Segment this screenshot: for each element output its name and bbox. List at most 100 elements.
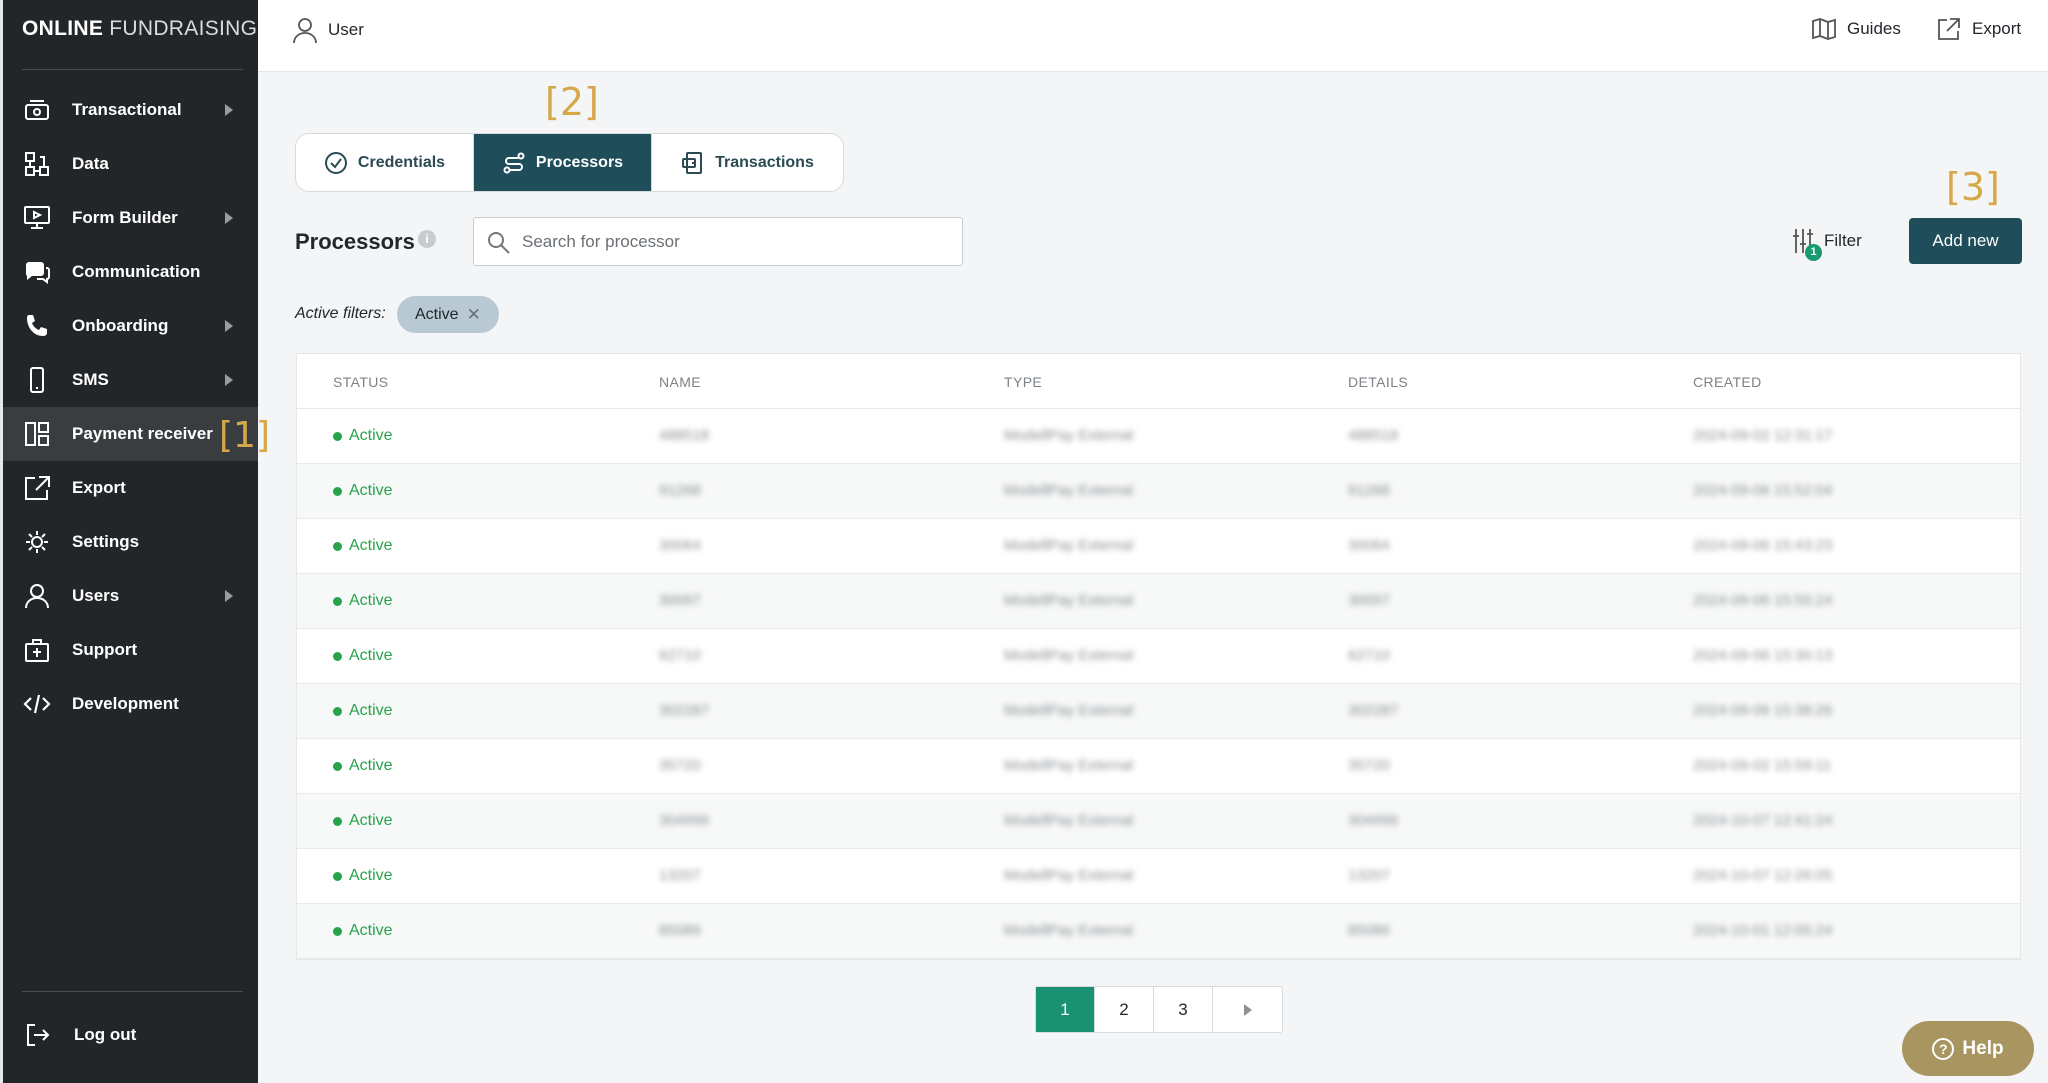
code-icon: [23, 691, 51, 717]
annotation-marker: [1]: [219, 415, 270, 456]
brand-logo: ONLINE FUNDRAISING: [22, 17, 258, 40]
status-cell: Active: [333, 812, 393, 830]
table-row[interactable]: Active 85089 ModellPay External 85089 2024-1…: [297, 904, 2020, 959]
details-cell: 30097: [1348, 592, 1390, 609]
sidebar: ONLINE FUNDRAISING Transactional Data Form…: [0, 0, 270, 1083]
page-button-2[interactable]: 2: [1095, 987, 1154, 1032]
sidebar-item-label: Onboarding: [72, 316, 169, 335]
filter-count-badge: 1: [1805, 244, 1822, 261]
sidebar-item-data[interactable]: Data: [3, 137, 258, 191]
table-row[interactable]: Active 13207 ModellPay External 13207 2024-1…: [297, 849, 2020, 904]
sidebar-item-transactional[interactable]: Transactional: [3, 83, 258, 137]
status-dot-icon: [333, 761, 342, 771]
status-label: Active: [349, 702, 393, 719]
table-row[interactable]: Active 35720 ModellPay External 35720 2024-0…: [297, 739, 2020, 794]
guides-button[interactable]: Guides: [1811, 16, 1901, 42]
status-label: Active: [349, 647, 393, 664]
tab-label: Transactions: [715, 153, 814, 171]
close-icon[interactable]: ✕: [467, 305, 481, 325]
export-top-button[interactable]: Export: [1936, 16, 2021, 42]
filter-chip-active: Active ✕: [397, 296, 499, 333]
add-new-button[interactable]: Add new: [1909, 218, 2022, 264]
page-title: Processors: [295, 229, 415, 254]
filter-button[interactable]: 1 Filter: [1790, 226, 1862, 261]
created-cell: 2024-09-06 15:55:24: [1693, 592, 1833, 609]
table-row[interactable]: Active 30064 ModellPay External 30064 2024-0…: [297, 519, 2020, 574]
sidebar-item-form-builder[interactable]: Form Builder: [3, 191, 258, 245]
chevron-right-icon: [225, 104, 233, 116]
active-filters-label: Active filters:: [295, 305, 386, 322]
tab-marker: [2]: [545, 80, 599, 124]
user-icon: [23, 583, 51, 609]
tab-processors[interactable]: Processors: [474, 134, 652, 191]
sidebar-item-export[interactable]: Export: [3, 461, 258, 515]
details-cell: 13207: [1348, 867, 1390, 884]
user-menu[interactable]: User: [292, 16, 364, 44]
type-cell: ModellPay External: [1004, 812, 1134, 829]
status-dot-icon: [333, 651, 342, 661]
sidebar-item-communication[interactable]: Communication: [3, 245, 258, 299]
sidebar-item-payment-receiver[interactable]: Payment receiver [1]: [3, 407, 270, 461]
page-button-3[interactable]: 3: [1154, 987, 1213, 1032]
sidebar-item-onboarding[interactable]: Onboarding: [3, 299, 258, 353]
tab-transactions[interactable]: Transactions: [652, 134, 843, 191]
column-header-created[interactable]: CREATED: [1693, 374, 1762, 390]
type-cell: ModellPay External: [1004, 647, 1134, 664]
processors-table: STATUS NAME TYPE DETAILS CREATED Active 48851…: [296, 353, 2021, 960]
status-label: Active: [349, 922, 393, 939]
column-header-details[interactable]: DETAILS: [1348, 374, 1408, 390]
sidebar-item-users[interactable]: Users: [3, 569, 258, 623]
sidebar-item-label: Payment receiver: [72, 424, 213, 443]
sidebar-item-sms[interactable]: SMS: [3, 353, 258, 407]
phone-icon: [23, 313, 51, 339]
sidebar-item-label: Transactional: [72, 100, 182, 119]
info-icon[interactable]: i: [418, 230, 436, 248]
logout-button[interactable]: Log out: [3, 1008, 258, 1062]
table-header: STATUS NAME TYPE DETAILS CREATED: [297, 354, 2020, 409]
sidebar-item-settings[interactable]: Settings: [3, 515, 258, 569]
created-cell: 2024-10-07 12:26:05: [1693, 867, 1833, 884]
table-row[interactable]: Active 488518 ModellPay External 488518 2024…: [297, 409, 2020, 464]
external-link-icon: [1936, 16, 1962, 42]
status-cell: Active: [333, 427, 393, 445]
status-label: Active: [349, 427, 393, 444]
column-header-status[interactable]: STATUS: [333, 374, 389, 390]
sidebar-item-development[interactable]: Development: [3, 677, 258, 731]
status-dot-icon: [333, 926, 342, 936]
type-cell: ModellPay External: [1004, 537, 1134, 554]
data-nodes-icon: [23, 151, 51, 177]
created-cell: 2024-09-02 12:31:17: [1693, 427, 1833, 444]
status-cell: Active: [333, 537, 393, 555]
status-cell: Active: [333, 702, 393, 720]
page-button-1[interactable]: 1: [1036, 987, 1095, 1032]
help-button[interactable]: ? Help: [1902, 1021, 2034, 1076]
table-row[interactable]: Active 62710 ModellPay External 62710 2024-0…: [297, 629, 2020, 684]
filter-label: Filter: [1824, 231, 1862, 250]
details-cell: 85089: [1348, 922, 1390, 939]
status-dot-icon: [333, 541, 342, 551]
chat-bubbles-icon: [23, 259, 51, 285]
top-bar: User Guides Export: [258, 0, 2048, 72]
sidebar-item-support[interactable]: Support: [3, 623, 258, 677]
next-page-button[interactable]: [1213, 987, 1282, 1032]
sidebar-item-label: Support: [72, 640, 138, 659]
table-row[interactable]: Active 30097 ModellPay External 30097 2024-0…: [297, 574, 2020, 629]
pagination: 123: [1035, 986, 1283, 1033]
column-header-type[interactable]: TYPE: [1004, 374, 1042, 390]
check-circle-icon: [324, 151, 348, 175]
details-cell: 30064: [1348, 537, 1390, 554]
name-cell: 35720: [659, 757, 701, 774]
table-row[interactable]: Active 91268 ModellPay External 91268 2024-0…: [297, 464, 2020, 519]
sidebar-item-label: Communication: [72, 262, 201, 281]
table-row[interactable]: Active 304996 ModellPay External 304996 2024…: [297, 794, 2020, 849]
table-row[interactable]: Active 302287 ModellPay External 302287 2024…: [297, 684, 2020, 739]
tab-credentials[interactable]: Credentials: [296, 134, 474, 191]
column-header-name[interactable]: NAME: [659, 374, 701, 390]
status-dot-icon: [333, 431, 342, 441]
type-cell: ModellPay External: [1004, 922, 1134, 939]
search-input[interactable]: [522, 218, 952, 265]
status-label: Active: [349, 812, 393, 829]
name-cell: 13207: [659, 867, 701, 884]
status-dot-icon: [333, 871, 342, 881]
created-cell: 2024-10-07 12:41:24: [1693, 812, 1833, 829]
